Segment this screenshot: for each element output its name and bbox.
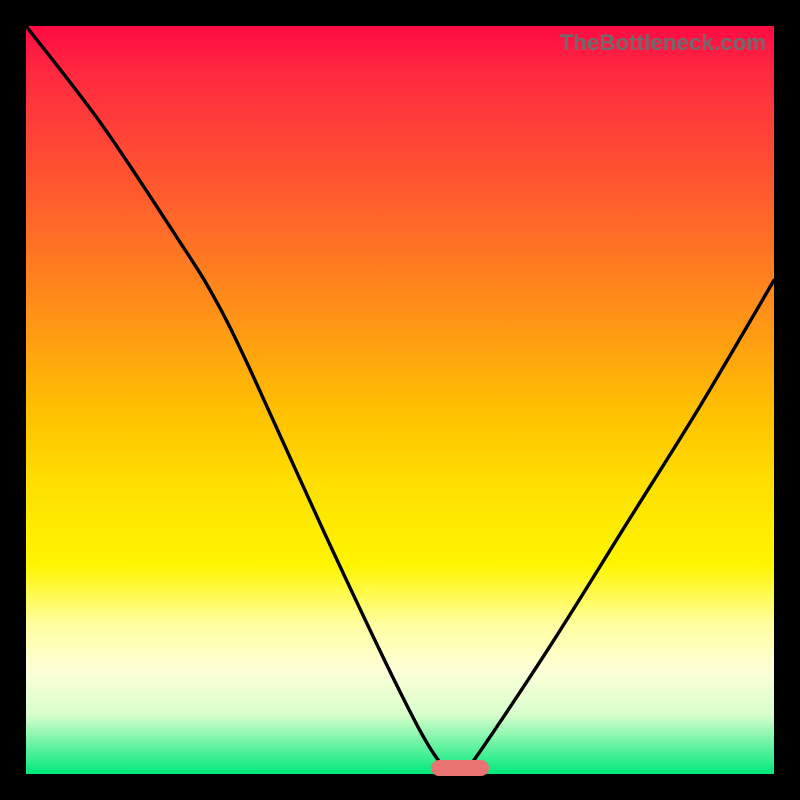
optimal-marker — [431, 760, 489, 776]
bottleneck-curve — [26, 26, 774, 774]
chart-svg — [26, 26, 774, 774]
watermark-label: TheBottleneck.com — [560, 30, 766, 56]
chart-frame: TheBottleneck.com — [0, 0, 800, 800]
chart-plot-area: TheBottleneck.com — [26, 26, 774, 774]
